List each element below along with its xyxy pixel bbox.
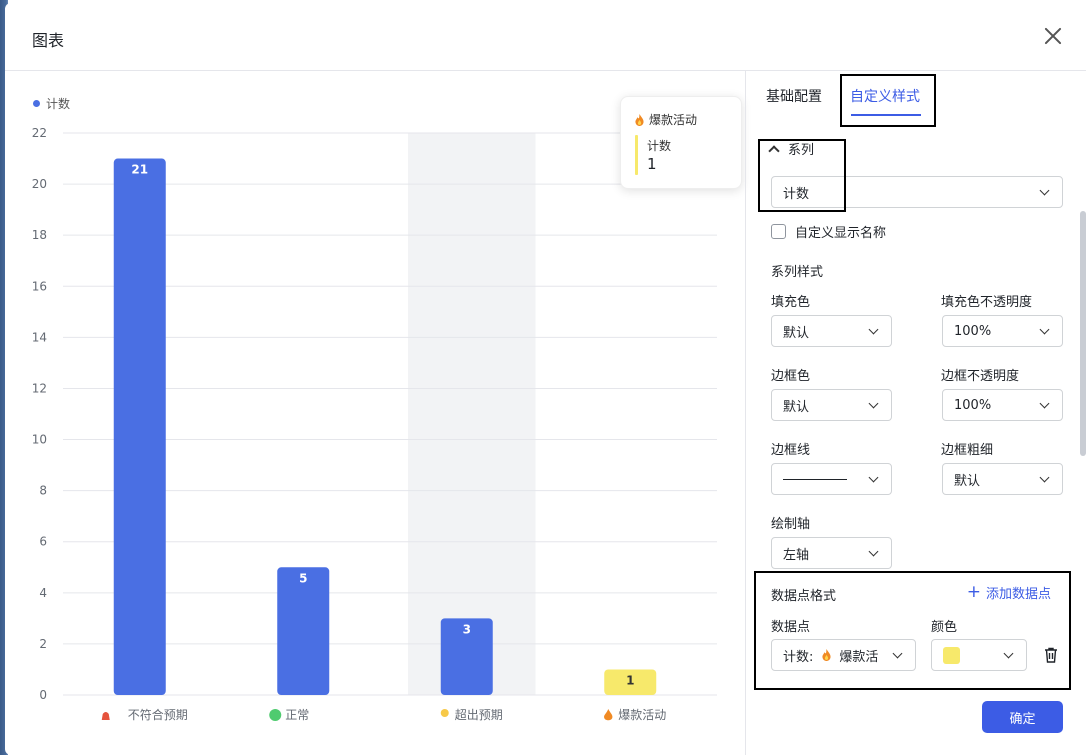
green-dot-icon xyxy=(269,709,282,721)
series-select-value: 计数 xyxy=(783,186,810,202)
custom-name-label: 自定义显示名称 xyxy=(795,226,887,241)
y-tick-label: 22 xyxy=(32,126,47,140)
dialog-title: 图表 xyxy=(32,31,65,50)
border-line-select[interactable] xyxy=(771,463,892,495)
y-tick-label: 8 xyxy=(39,484,47,498)
chevron-down-icon xyxy=(1003,648,1014,659)
bulb-icon xyxy=(440,709,449,717)
x-category-label: 不符合预期 xyxy=(128,707,188,722)
y-tick-label: 6 xyxy=(39,535,47,549)
color-select[interactable] xyxy=(931,639,1027,671)
y-tick-label: 10 xyxy=(32,433,47,447)
chevron-down-icon xyxy=(868,324,879,335)
y-tick-label: 0 xyxy=(39,688,47,702)
bar-value-label: 1 xyxy=(626,673,634,687)
tooltip-color-marker xyxy=(635,135,638,175)
config-tabs: 基础配置 自定义样式 xyxy=(746,71,1086,123)
color-swatch xyxy=(943,646,960,664)
bar-value-label: 3 xyxy=(463,622,471,636)
solid-line-icon xyxy=(783,478,847,480)
flame-icon xyxy=(635,113,644,126)
border-line-label: 边框线 xyxy=(771,443,811,458)
y-tick-label: 12 xyxy=(32,381,47,395)
datapoint-select[interactable]: 计数: 爆款活 xyxy=(771,639,916,671)
config-panel: 基础配置 自定义样式 系列 计数 自定义显示名称 系列样式 填充色 填充色不透明… xyxy=(745,71,1086,755)
tab-basic-config[interactable]: 基础配置 xyxy=(766,86,822,106)
custom-name-checkbox[interactable] xyxy=(771,224,786,239)
fill-color-select[interactable]: 默认 xyxy=(771,315,892,347)
hover-band xyxy=(408,133,536,695)
bar xyxy=(113,158,166,695)
y-tick-label: 14 xyxy=(32,330,47,344)
x-category-label: 正常 xyxy=(285,708,309,722)
chevron-down-icon xyxy=(1039,472,1050,483)
datapoint-heading: 数据点格式 xyxy=(771,589,837,604)
x-category-label: 超出预期 xyxy=(455,707,503,722)
series-section-label: 系列 xyxy=(788,143,815,158)
bar-value-label: 5 xyxy=(299,571,307,585)
tab-custom-style[interactable]: 自定义样式 xyxy=(850,86,920,106)
trash-icon[interactable] xyxy=(1044,647,1058,663)
border-color-label: 边框色 xyxy=(771,369,811,384)
bar-value-label: 21 xyxy=(131,163,148,177)
datapoint-section: 数据点格式 + 添加数据点 数据点 颜色 计数: 爆款活 xyxy=(754,571,1071,690)
fill-opacity-select[interactable]: 100% xyxy=(942,315,1063,347)
active-tab-indicator xyxy=(851,114,921,116)
custom-name-row: 自定义显示名称 xyxy=(771,222,886,241)
flame-icon xyxy=(822,649,831,661)
axis-label: 绘制轴 xyxy=(771,517,811,532)
chevron-down-icon xyxy=(1039,185,1050,196)
y-tick-label: 18 xyxy=(32,228,47,242)
chevron-down-icon xyxy=(892,648,903,659)
border-opacity-select[interactable]: 100% xyxy=(942,389,1063,421)
panel-scrollbar[interactable] xyxy=(1080,211,1086,456)
chevron-up-icon xyxy=(768,145,780,157)
add-datapoint-button[interactable]: + 添加数据点 xyxy=(966,582,1051,603)
confirm-button[interactable]: 确定 xyxy=(982,701,1063,733)
chart-area: 计数 0 2 4 6 8 10 12 14 16 18 20 22 21 不符合预期 5 正常 3 超出预期 1 爆款… xyxy=(5,71,745,755)
tooltip-label: 计数 xyxy=(647,139,672,153)
y-tick-label: 20 xyxy=(32,177,47,191)
border-width-select[interactable]: 默认 xyxy=(942,463,1063,495)
axis-select[interactable]: 左轴 xyxy=(771,537,892,569)
tooltip-value: 1 xyxy=(647,155,657,173)
border-width-label: 边框粗细 xyxy=(941,443,994,458)
close-icon[interactable] xyxy=(1042,25,1064,47)
series-section-toggle[interactable]: 系列 xyxy=(768,139,815,158)
fill-opacity-label: 填充色不透明度 xyxy=(941,295,1033,310)
border-color-select[interactable]: 默认 xyxy=(771,389,892,421)
border-opacity-label: 边框不透明度 xyxy=(941,369,1020,384)
dialog-header: 图表 xyxy=(5,3,1086,71)
chevron-down-icon xyxy=(1039,398,1050,409)
y-tick-label: 4 xyxy=(39,586,47,600)
chart-tooltip: 爆款活动 计数 1 xyxy=(620,96,742,189)
chevron-down-icon xyxy=(1039,324,1050,335)
color-label: 颜色 xyxy=(931,620,958,635)
chart-dialog: 图表 计数 0 2 4 6 8 10 12 14 16 18 20 22 21 不符合预期 5 正常 3 超出预期… xyxy=(5,3,1086,755)
series-style-heading: 系列样式 xyxy=(771,265,824,280)
series-select[interactable]: 计数 xyxy=(771,176,1063,208)
bar xyxy=(277,567,330,695)
fill-color-label: 填充色 xyxy=(771,295,811,310)
y-tick-label: 16 xyxy=(32,279,47,293)
alarm-icon xyxy=(101,712,110,720)
chevron-down-icon xyxy=(868,472,879,483)
y-tick-label: 2 xyxy=(39,637,47,651)
datapoint-label: 数据点 xyxy=(771,620,811,635)
chevron-down-icon xyxy=(868,398,879,409)
chevron-down-icon xyxy=(868,546,879,557)
x-category-label: 爆款活动 xyxy=(618,708,666,722)
plus-icon: + xyxy=(966,582,981,602)
tooltip-title: 爆款活动 xyxy=(649,113,698,127)
flame-icon xyxy=(604,709,613,721)
